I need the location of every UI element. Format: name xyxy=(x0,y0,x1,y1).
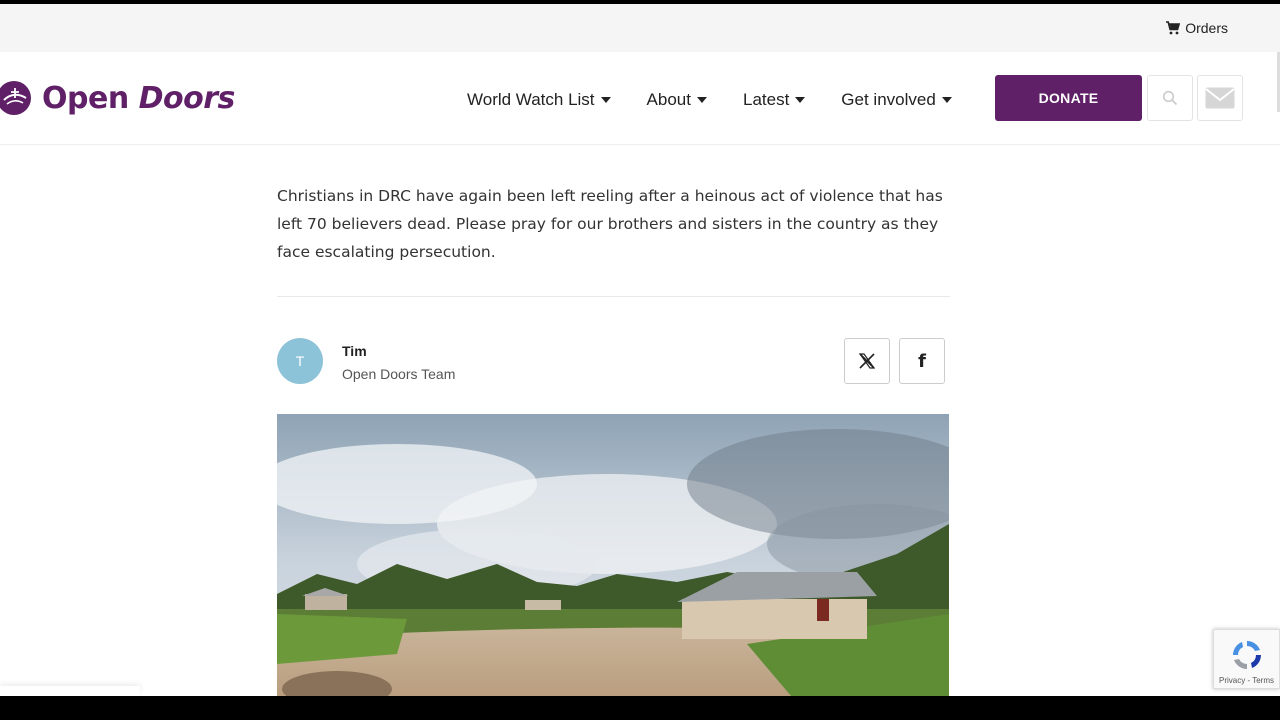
browser-viewport: Orders Open Doors World Watch List About xyxy=(0,4,1280,696)
facebook-icon: f xyxy=(918,350,926,372)
logo-text-doors: Doors xyxy=(138,80,236,116)
site-header: Open Doors World Watch List About Latest… xyxy=(0,52,1280,145)
utility-bar: Orders xyxy=(0,4,1280,52)
share-x-button[interactable] xyxy=(844,338,890,384)
open-doors-logo[interactable]: Open Doors xyxy=(0,79,235,117)
caret-down-icon xyxy=(600,97,611,103)
recaptcha-icon xyxy=(1233,641,1261,669)
author-row: T Tim Open Doors Team f xyxy=(277,338,950,386)
share-facebook-button[interactable]: f xyxy=(899,338,945,384)
article-hero-image xyxy=(277,414,949,696)
donate-button[interactable]: DONATE xyxy=(995,75,1142,121)
search-icon xyxy=(1162,90,1178,106)
orders-label: Orders xyxy=(1185,20,1228,36)
logo-mark-icon xyxy=(0,81,31,115)
search-button[interactable] xyxy=(1147,75,1193,121)
nav-world-watch-list[interactable]: World Watch List xyxy=(467,90,611,110)
nav-label: World Watch List xyxy=(467,90,595,109)
author-role: Open Doors Team xyxy=(342,366,456,382)
recaptcha-badge[interactable]: Privacy - Terms xyxy=(1213,629,1280,689)
logo-wordmark: Open Doors xyxy=(42,81,235,116)
newsletter-button[interactable] xyxy=(1197,75,1243,121)
caret-down-icon xyxy=(696,97,707,103)
cart-icon xyxy=(1166,21,1181,35)
article-body: Christians in DRC have again been left r… xyxy=(277,145,950,696)
nav-label: Get involved xyxy=(841,90,936,109)
nav-get-involved[interactable]: Get involved xyxy=(841,90,952,110)
main-nav: World Watch List About Latest Get involv… xyxy=(467,90,952,110)
divider xyxy=(277,296,950,297)
nav-about[interactable]: About xyxy=(647,90,707,110)
logo-text-open: Open xyxy=(42,80,129,116)
x-icon xyxy=(858,353,876,369)
mail-icon xyxy=(1205,87,1235,109)
caret-down-icon xyxy=(795,97,806,103)
nav-latest[interactable]: Latest xyxy=(742,90,806,110)
recaptcha-links[interactable]: Privacy - Terms xyxy=(1219,676,1274,685)
author-name: Tim xyxy=(342,343,367,359)
orders-link[interactable]: Orders xyxy=(1165,20,1228,36)
nav-label: About xyxy=(646,90,691,109)
avatar: T xyxy=(277,338,323,384)
caret-down-icon xyxy=(941,97,952,103)
cookie-banner-edge xyxy=(0,686,140,696)
article-intro: Christians in DRC have again been left r… xyxy=(277,187,943,261)
nav-label: Latest xyxy=(742,90,790,109)
